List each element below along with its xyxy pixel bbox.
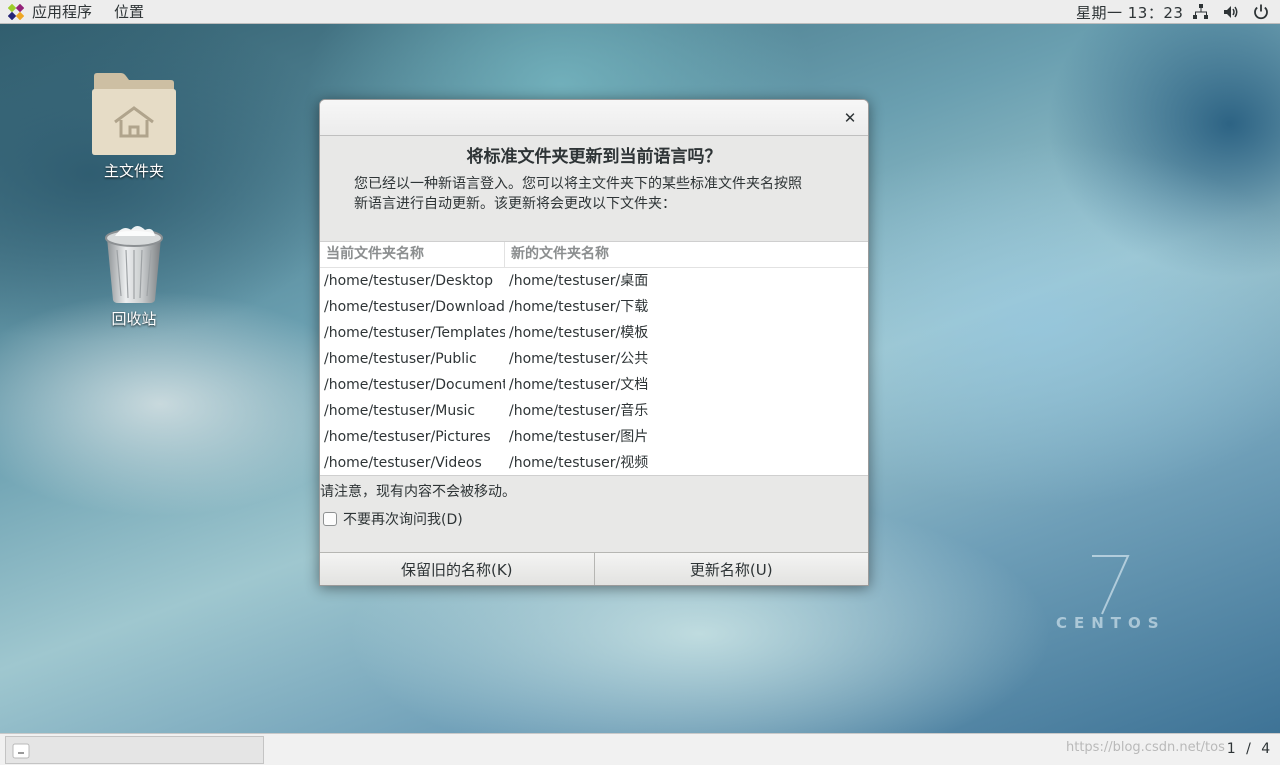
table-row[interactable]: /home/testuser/Desktop /home/testuser/桌面 bbox=[320, 268, 868, 294]
home-folder-icon bbox=[92, 73, 176, 155]
applications-menu-label: 应用程序 bbox=[32, 3, 93, 21]
desktop-trash[interactable]: 回收站 bbox=[79, 224, 189, 329]
new-folder-cell: /home/testuser/视频 bbox=[509, 455, 649, 471]
centos-logo-icon bbox=[8, 3, 24, 20]
table-row[interactable]: /home/testuser/Templates /home/testuser/… bbox=[320, 320, 868, 346]
watermark-text: https://blog.csdn.net/tos bbox=[1066, 740, 1225, 755]
top-panel: 应用程序 位置 星期一 13：23 bbox=[0, 0, 1280, 24]
current-folder-cell: /home/testuser/Templates bbox=[324, 325, 505, 341]
current-folder-cell: /home/testuser/Pictures bbox=[324, 429, 491, 445]
places-menu[interactable]: 位置 bbox=[114, 1, 144, 22]
column-current-name[interactable]: 当前文件夹名称 bbox=[320, 242, 505, 267]
centos-branding: 7 CENTOS bbox=[1056, 552, 1166, 632]
workspace-indicator[interactable]: 1 / 4 bbox=[1224, 735, 1276, 763]
table-row[interactable]: /home/testuser/Documents /home/testuser/… bbox=[320, 372, 868, 398]
current-folder-cell: /home/testuser/Downloads bbox=[324, 299, 505, 315]
table-row[interactable]: /home/testuser/Videos /home/testuser/视频 bbox=[320, 450, 868, 476]
dont-ask-again-checkbox[interactable] bbox=[323, 512, 337, 526]
new-folder-cell: /home/testuser/桌面 bbox=[509, 273, 649, 289]
trash-label: 回收站 bbox=[111, 310, 157, 328]
keep-old-names-button[interactable]: 保留旧的名称(K) bbox=[320, 553, 594, 585]
dont-ask-again-option[interactable]: 不要再次询问我(D) bbox=[323, 509, 463, 529]
centos-seven-mark: 7 bbox=[1086, 552, 1130, 615]
home-folder-label: 主文件夹 bbox=[103, 162, 164, 180]
current-folder-cell: /home/testuser/Public bbox=[324, 351, 477, 367]
new-folder-cell: /home/testuser/图片 bbox=[509, 429, 649, 445]
centos-wordmark: CENTOS bbox=[1056, 614, 1166, 632]
table-row[interactable]: /home/testuser/Pictures /home/testuser/图… bbox=[320, 424, 868, 450]
volume-icon[interactable] bbox=[1222, 3, 1240, 21]
folder-table[interactable]: 当前文件夹名称 新的文件夹名称 /home/testuser/Desktop /… bbox=[320, 241, 868, 476]
close-button[interactable]: ✕ bbox=[840, 108, 860, 128]
new-folder-cell: /home/testuser/文档 bbox=[509, 377, 649, 393]
centos-number: 7 bbox=[1086, 552, 1087, 553]
dialog-titlebar[interactable]: ✕ bbox=[320, 100, 868, 136]
new-folder-cell: /home/testuser/音乐 bbox=[509, 403, 649, 419]
system-tray[interactable] bbox=[1192, 3, 1270, 21]
window-list[interactable] bbox=[5, 736, 264, 764]
update-names-button[interactable]: 更新名称(U) bbox=[593, 553, 868, 585]
power-icon[interactable] bbox=[1252, 3, 1270, 21]
desktop-home-folder[interactable]: 主文件夹 bbox=[79, 72, 189, 181]
table-row[interactable]: /home/testuser/Downloads /home/testuser/… bbox=[320, 294, 868, 320]
table-row[interactable]: /home/testuser/Public /home/testuser/公共 bbox=[320, 346, 868, 372]
dialog-description-line-2: 新语言进行自动更新。该更新将会更改以下文件夹： bbox=[354, 196, 676, 212]
new-folder-cell: /home/testuser/下载 bbox=[509, 299, 649, 315]
bottom-panel: https://blog.csdn.net/tos 1 / 4 bbox=[0, 733, 1280, 765]
new-folder-cell: /home/testuser/公共 bbox=[509, 351, 649, 367]
dont-ask-again-label[interactable]: 不要再次询问我(D) bbox=[343, 509, 463, 529]
network-icon[interactable] bbox=[1192, 3, 1210, 21]
dialog-heading: 将标准文件夹更新到当前语言吗？ bbox=[466, 147, 722, 167]
trash-icon bbox=[105, 226, 163, 303]
dialog-button-row: 保留旧的名称(K) 更新名称(U) bbox=[320, 552, 868, 585]
applications-menu[interactable]: 应用程序 bbox=[8, 1, 92, 22]
current-folder-cell: /home/testuser/Music bbox=[324, 403, 476, 419]
dialog-description: 您已经以一种新语言登入。您可以将主文件夹下的某些标准文件夹名按照 新语言进行自动… bbox=[354, 174, 844, 214]
column-new-name[interactable]: 新的文件夹名称 bbox=[505, 242, 868, 267]
table-header: 当前文件夹名称 新的文件夹名称 bbox=[320, 242, 868, 268]
new-folder-cell: /home/testuser/模板 bbox=[509, 325, 649, 341]
rename-folders-dialog: ✕ 将标准文件夹更新到当前语言吗？ 您已经以一种新语言登入。您可以将主文件夹下的… bbox=[319, 99, 869, 586]
dialog-description-line-1: 您已经以一种新语言登入。您可以将主文件夹下的某些标准文件夹名按照 bbox=[354, 176, 802, 192]
current-folder-cell: /home/testuser/Videos bbox=[324, 455, 482, 471]
current-folder-cell: /home/testuser/Documents bbox=[324, 377, 505, 393]
current-folder-cell: /home/testuser/Desktop bbox=[324, 273, 493, 289]
table-row[interactable]: /home/testuser/Music /home/testuser/音乐 bbox=[320, 398, 868, 424]
clock[interactable]: 星期一 13：23 bbox=[1076, 2, 1183, 23]
places-menu-label: 位置 bbox=[114, 3, 145, 21]
show-desktop-icon[interactable] bbox=[12, 742, 30, 760]
content-not-moved-note: 请注意，现有内容不会被移动。 bbox=[320, 484, 516, 500]
